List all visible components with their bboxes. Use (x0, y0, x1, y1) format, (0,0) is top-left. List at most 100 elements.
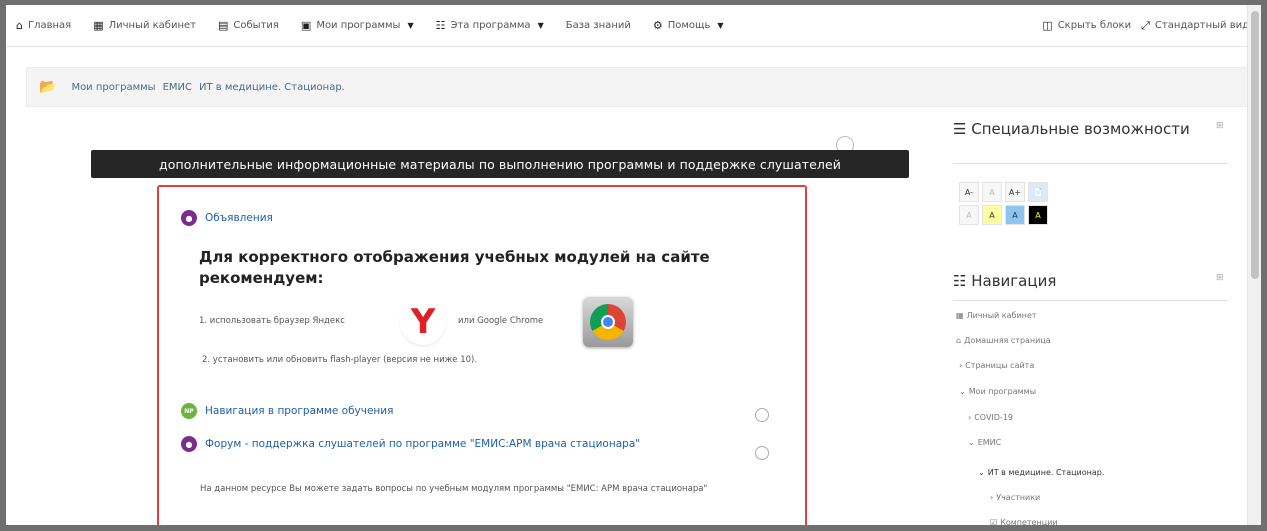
nav-tree-item[interactable]: › COVID-19 (968, 413, 1013, 422)
nav-tree-label: COVID-19 (974, 413, 1014, 422)
forum-link[interactable]: ● Форум - поддержка слушателей по програ… (181, 436, 640, 452)
accessibility-block-title: ☰ Специальные возможности (953, 119, 1213, 139)
nav-this-program-label: Эта программа (450, 20, 531, 31)
tooltip: дополнительные информационные материалы … (91, 150, 909, 178)
nav-tree-label: Компетенции (1000, 518, 1058, 527)
nav-home[interactable]: ⌂ Главная (6, 19, 82, 32)
chevron-right-icon: › (959, 361, 963, 370)
folder-open-icon: 📂 (39, 79, 57, 95)
font-increase-button[interactable]: A+ (1005, 182, 1025, 202)
contrast-black-button[interactable]: A (1028, 205, 1048, 225)
standard-view-label: Стандартный вид (1154, 20, 1249, 31)
navigation-block-title: ☷ Навигация (953, 271, 1056, 291)
nav-tree-label: Страницы сайта (965, 361, 1035, 370)
forum-icon: ● (181, 210, 197, 226)
standard-view-button[interactable]: ⤢ Стандартный вид (1137, 19, 1253, 33)
nav-tree-item[interactable]: › Страницы сайта (959, 361, 1034, 370)
scrollbar-thumb[interactable] (1251, 11, 1259, 279)
nav-knowledge-base[interactable]: База знаний (555, 20, 642, 31)
nav-cabinet[interactable]: ▦ Личный кабинет (82, 19, 207, 32)
nav-knowledge-base-label: База знаний (565, 20, 631, 31)
nav-help[interactable]: ⚙ Помощь ▼ (642, 19, 735, 32)
nav-tree-item[interactable]: ⌂ Домашняя страница (956, 336, 1051, 345)
nav-my-programs[interactable]: ▣ Мои программы ▼ (290, 19, 425, 32)
expand-icon: ⤢ (1141, 18, 1150, 32)
navigation-title-text: Навигация (971, 272, 1057, 290)
nav-cabinet-label: Личный кабинет (108, 20, 196, 31)
nav-tree-label: ИТ в медицине. Стационар. (987, 468, 1105, 477)
divider (953, 163, 1227, 164)
breadcrumb-item[interactable]: ЕМИС (163, 82, 192, 93)
divider (953, 300, 1227, 301)
nav-tree-item-active[interactable]: ⌄ ИТ в медицине. Стационар. (978, 468, 1104, 477)
contrast-default-button[interactable]: A (959, 205, 979, 225)
hide-blocks-label: Скрыть блоки (1057, 20, 1132, 31)
calendar-icon: ▤ (217, 19, 229, 32)
chevron-right-icon: › (990, 493, 994, 502)
chevron-down-icon: ⌄ (978, 468, 985, 477)
announcements-label: Объявления (205, 212, 273, 224)
program-navigation-label: Навигация в программе обучения (205, 405, 394, 417)
nav-tree-item[interactable]: › Участники (990, 493, 1040, 502)
hide-blocks-button[interactable]: ◫ Скрыть блоки (1036, 19, 1137, 32)
nav-tree-label: Домашняя страница (964, 336, 1051, 345)
font-decrease-button[interactable]: A- (959, 182, 979, 202)
nav-tree-item[interactable]: ☑ Компетенции (990, 518, 1058, 527)
breadcrumb: 📂 Мои программы ЕМИС ИТ в медицине. Стац… (26, 67, 1248, 107)
caret-down-icon: ▼ (537, 21, 544, 30)
contrast-yellow-button[interactable]: A (982, 205, 1002, 225)
forum-description: На данном ресурсе Вы можете задать вопро… (200, 484, 708, 494)
sitemap-icon: ☷ (435, 19, 446, 32)
nav-tree-item[interactable]: ▦ Личный кабинет (956, 311, 1036, 320)
home-icon: ⌂ (956, 336, 962, 345)
chevron-right-icon: › (968, 413, 972, 422)
completion-checkbox[interactable] (755, 446, 769, 460)
page-icon: NP (181, 403, 197, 419)
save-settings-icon[interactable]: 📄 (1028, 182, 1048, 202)
contrast-blue-button[interactable]: A (1005, 205, 1025, 225)
browser-page: ⌂ Главная ▦ Личный кабинет ▤ События ▣ М… (0, 0, 1267, 531)
wrench-icon: ⚙ (652, 19, 663, 32)
nav-tree-label: ЕМИС (977, 438, 1002, 447)
nav-tree-label: Участники (996, 493, 1041, 502)
checkbox-icon: ☑ (990, 518, 998, 527)
program-navigation-link[interactable]: NP Навигация в программе обучения (181, 403, 393, 419)
nav-home-label: Главная (27, 20, 72, 31)
sitemap-icon: ☷ (953, 272, 967, 290)
caret-down-icon: ▼ (407, 21, 414, 30)
nav-tree-label: Мои программы (968, 387, 1037, 396)
block-toggle-icon[interactable]: ⊞ (1216, 273, 1224, 283)
dashboard-icon: ▦ (93, 19, 104, 32)
accessibility-controls: A- A A+ 📄 A A A A (959, 182, 1048, 225)
dashboard-icon: ▦ (956, 311, 964, 320)
nav-this-program[interactable]: ☷ Эта программа ▼ (425, 19, 555, 32)
home-icon: ⌂ (16, 19, 23, 32)
breadcrumb-item[interactable]: ИТ в медицине. Стационар. (199, 82, 345, 93)
nav-tree-label: Личный кабинет (966, 311, 1037, 320)
nav-my-programs-label: Мои программы (316, 20, 401, 31)
caret-down-icon: ▼ (717, 21, 724, 30)
recommendation-line-1: 1. использовать браузер Яндекс (199, 316, 345, 326)
completion-checkbox[interactable] (755, 408, 769, 422)
block-toggle-icon[interactable]: ⊞ (1216, 121, 1224, 131)
vertical-scrollbar[interactable] (1247, 5, 1261, 525)
columns-icon: ◫ (1042, 19, 1053, 32)
nav-help-label: Помощь (667, 20, 711, 31)
section-headline: Для корректного отображения учебных моду… (199, 248, 710, 287)
briefcase-icon: ▣ (300, 19, 312, 32)
top-navbar: ⌂ Главная ▦ Личный кабинет ▤ События ▣ М… (6, 5, 1261, 47)
nav-events-label: События (233, 20, 279, 31)
breadcrumb-item[interactable]: Мои программы (71, 82, 155, 93)
accessibility-title-text: Специальные возможности (971, 120, 1190, 138)
chevron-down-icon: ⌄ (959, 387, 966, 396)
announcements-link[interactable]: ● Объявления (181, 210, 273, 226)
font-reset-button[interactable]: A (982, 182, 1002, 202)
recommendation-line-1-or: или Google Chrome (458, 316, 543, 326)
nav-tree-item[interactable]: ⌄ ЕМИС (968, 438, 1001, 447)
chevron-down-icon: ⌄ (968, 438, 975, 447)
forum-icon: ● (181, 436, 197, 452)
nav-tree-item[interactable]: ⌄ Мои программы (959, 387, 1036, 396)
menu-icon: ☰ (953, 120, 967, 138)
nav-events[interactable]: ▤ События (207, 19, 290, 32)
google-chrome-logo (583, 297, 633, 347)
